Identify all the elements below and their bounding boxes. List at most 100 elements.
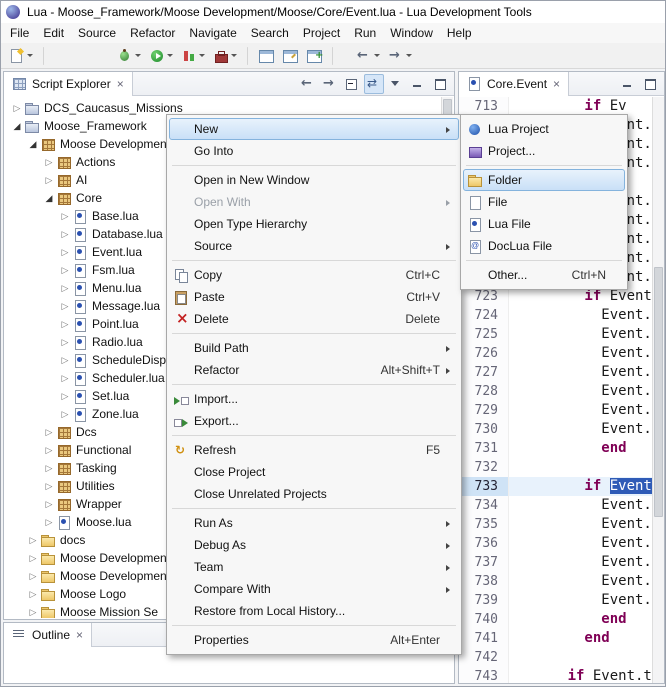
toolbar-button[interactable] [303, 45, 325, 67]
view-toolbar-button[interactable] [320, 74, 340, 94]
twisty-icon[interactable] [58, 337, 72, 348]
context-menu-item[interactable]: Import... [169, 388, 459, 410]
twisty-icon[interactable] [58, 211, 72, 222]
context-menu-item[interactable]: Refresh F5 [169, 439, 459, 461]
context-menu-item[interactable]: Debug As [169, 534, 459, 556]
editor-scrollbar[interactable] [652, 97, 664, 683]
twisty-icon[interactable] [42, 157, 56, 168]
context-menu-item[interactable]: Export... [169, 410, 459, 432]
context-menu-item[interactable]: Compare With [169, 578, 459, 600]
menu-item-icon [173, 465, 189, 480]
context-menu-item[interactable]: New [169, 118, 459, 140]
submenu-item[interactable]: Project... [463, 140, 625, 162]
line-number: 738 [459, 572, 509, 591]
submenu-item[interactable]: Folder [463, 169, 625, 191]
toolbar-button[interactable] [279, 45, 301, 67]
context-menu-item[interactable]: Go Into [169, 140, 459, 162]
tab-script-explorer[interactable]: Script Explorer [4, 72, 133, 96]
tab-outline[interactable]: Outline [4, 623, 92, 647]
twisty-icon[interactable] [10, 121, 24, 132]
editor-toolbar-button[interactable] [618, 74, 638, 94]
twisty-icon[interactable] [42, 175, 56, 186]
toolbar-button[interactable] [210, 45, 240, 67]
twisty-icon[interactable] [26, 607, 40, 618]
toolbar-button[interactable] [146, 45, 176, 67]
twisty-icon[interactable] [42, 427, 56, 438]
twisty-icon[interactable] [58, 247, 72, 258]
menubar-item[interactable]: Search [244, 24, 296, 42]
close-icon[interactable] [116, 77, 125, 91]
twisty-icon[interactable] [58, 265, 72, 276]
menubar-item[interactable]: Source [71, 24, 123, 42]
menubar-item[interactable]: File [3, 24, 36, 42]
view-toolbar-icon [322, 76, 338, 91]
view-toolbar-button[interactable] [386, 74, 406, 94]
toolbar-button[interactable] [255, 45, 277, 67]
context-menu-item[interactable]: Properties Alt+Enter [169, 629, 459, 651]
toolbar-button[interactable] [353, 45, 383, 67]
toolbar-button[interactable] [114, 45, 144, 67]
menubar-item[interactable]: Project [296, 24, 347, 42]
toolbar-button[interactable] [6, 45, 36, 67]
view-toolbar-button[interactable] [408, 74, 428, 94]
toolbar-button[interactable] [385, 45, 415, 67]
menubar-item[interactable]: Help [440, 24, 479, 42]
view-toolbar-button[interactable] [430, 74, 450, 94]
menubar-item[interactable]: Run [347, 24, 383, 42]
menubar-item[interactable]: Edit [36, 24, 71, 42]
twisty-icon[interactable] [42, 517, 56, 528]
twisty-icon[interactable] [58, 283, 72, 294]
view-toolbar-button[interactable] [298, 74, 318, 94]
submenu-item[interactable]: Lua Project [463, 118, 625, 140]
context-menu-item[interactable]: Team [169, 556, 459, 578]
context-menu-item[interactable]: Paste Ctrl+V [169, 286, 459, 308]
submenu-item[interactable]: Lua File [463, 213, 625, 235]
context-menu-item[interactable]: Open Type Hierarchy [169, 213, 459, 235]
twisty-icon[interactable] [26, 553, 40, 564]
twisty-icon[interactable] [58, 229, 72, 240]
twisty-icon[interactable] [58, 391, 72, 402]
twisty-icon[interactable] [58, 355, 72, 366]
menubar-item[interactable]: Refactor [123, 24, 182, 42]
twisty-icon[interactable] [58, 319, 72, 330]
context-menu-item[interactable]: Restore from Local History... [169, 600, 459, 622]
twisty-icon[interactable] [42, 481, 56, 492]
close-icon[interactable] [552, 77, 561, 91]
context-menu-item[interactable]: Run As [169, 512, 459, 534]
context-menu-item[interactable]: Refactor Alt+Shift+T [169, 359, 459, 381]
twisty-icon[interactable] [42, 445, 56, 456]
twisty-icon[interactable] [26, 589, 40, 600]
view-toolbar-button[interactable] [364, 74, 384, 94]
menu-item-icon [173, 290, 189, 305]
submenu-item[interactable]: Other... Ctrl+N [463, 264, 625, 286]
context-menu-item[interactable]: Delete Delete [169, 308, 459, 330]
toolbar-button[interactable] [178, 45, 208, 67]
context-menu-item[interactable]: Open in New Window [169, 169, 459, 191]
submenu-item[interactable]: DocLua File [463, 235, 625, 257]
twisty-icon[interactable] [42, 463, 56, 474]
close-icon[interactable] [75, 628, 84, 642]
code-line: 740 end [459, 610, 652, 629]
twisty-icon[interactable] [26, 139, 40, 150]
view-toolbar-button[interactable] [342, 74, 362, 94]
menubar-item[interactable]: Window [383, 24, 440, 42]
twisty-icon[interactable] [26, 571, 40, 582]
context-menu-item[interactable]: Copy Ctrl+C [169, 264, 459, 286]
context-menu-item[interactable]: Close Project [169, 461, 459, 483]
tab-core-event[interactable]: Core.Event [459, 72, 569, 96]
context-menu-item[interactable]: Source [169, 235, 459, 257]
twisty-icon[interactable] [58, 409, 72, 420]
menubar-item[interactable]: Navigate [182, 24, 243, 42]
twisty-icon[interactable] [42, 499, 56, 510]
twisty-icon[interactable] [26, 535, 40, 546]
editor-toolbar-button[interactable] [640, 74, 660, 94]
menu-item-icon [173, 239, 189, 254]
twisty-icon[interactable] [10, 103, 24, 114]
context-menu-item[interactable]: Close Unrelated Projects [169, 483, 459, 505]
editor-scrollbar-thumb[interactable] [654, 267, 663, 517]
twisty-icon[interactable] [42, 193, 56, 204]
submenu-item[interactable]: File [463, 191, 625, 213]
context-menu-item[interactable]: Build Path [169, 337, 459, 359]
twisty-icon[interactable] [58, 301, 72, 312]
twisty-icon[interactable] [58, 373, 72, 384]
